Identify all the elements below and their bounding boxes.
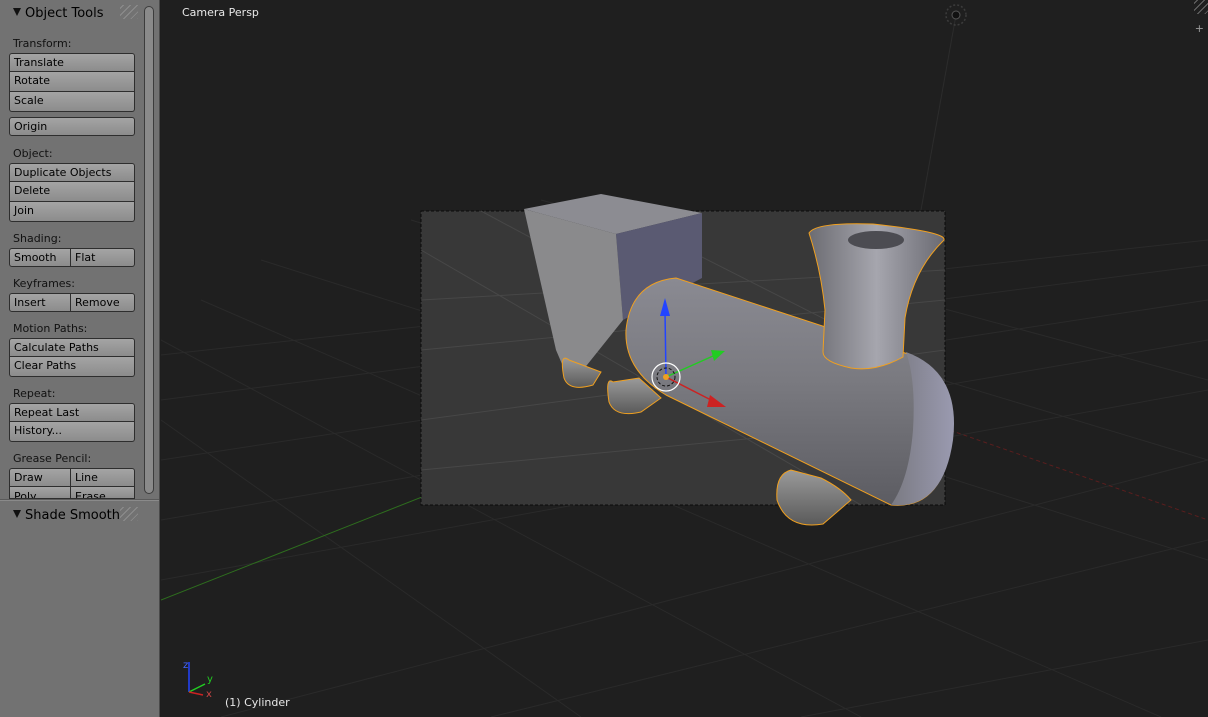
- drag-grip-icon[interactable]: [120, 5, 138, 19]
- join-button[interactable]: Join: [9, 202, 135, 222]
- panel-title: Shade Smooth: [25, 508, 120, 523]
- duplicate-objects-button[interactable]: Duplicate Objects: [9, 163, 135, 182]
- section-label-keyframes: Keyframes:: [13, 277, 75, 290]
- repeat-last-button[interactable]: Repeat Last: [9, 403, 135, 422]
- clear-paths-button[interactable]: Clear Paths: [9, 357, 135, 377]
- panel-title: Object Tools: [25, 6, 104, 21]
- lamp-icon[interactable]: [945, 4, 967, 26]
- collapse-triangle-icon[interactable]: [13, 510, 21, 518]
- section-label-repeat: Repeat:: [13, 387, 56, 400]
- view-axis-gizmo: y x z: [183, 660, 213, 700]
- flat-button[interactable]: Flat: [71, 248, 135, 267]
- calculate-paths-button[interactable]: Calculate Paths: [9, 338, 135, 357]
- axis-label-z: z: [183, 660, 188, 671]
- origin-button[interactable]: Origin: [9, 117, 135, 136]
- smooth-button[interactable]: Smooth: [9, 248, 71, 267]
- drag-grip-icon[interactable]: [120, 507, 138, 521]
- camera-line: [920, 14, 957, 211]
- view-type-label: Camera Persp: [182, 6, 259, 19]
- erase-button[interactable]: Erase: [71, 487, 135, 499]
- remove-keyframe-button[interactable]: Remove: [71, 293, 135, 312]
- scale-button[interactable]: Scale: [9, 92, 135, 112]
- viewport-scene: y x z: [161, 4, 1208, 717]
- poly-button[interactable]: Poly: [9, 487, 71, 499]
- section-label-shading: Shading:: [13, 232, 62, 245]
- 3d-viewport[interactable]: y x z Camera Persp (1) Cylinder +: [161, 0, 1208, 717]
- history-button[interactable]: History...: [9, 422, 135, 442]
- area-split-corner-icon[interactable]: [1194, 0, 1208, 14]
- tool-shelf: Object Tools Transform: Translate Rotate…: [0, 0, 160, 717]
- shade-smooth-panel-header[interactable]: Shade Smooth: [0, 504, 144, 526]
- section-label-object: Object:: [13, 147, 53, 160]
- line-button[interactable]: Line: [71, 468, 135, 487]
- section-label-transform: Transform:: [13, 37, 72, 50]
- section-label-motion-paths: Motion Paths:: [13, 322, 88, 335]
- translate-button[interactable]: Translate: [9, 53, 135, 72]
- panel-divider-highlight: [0, 500, 159, 501]
- object-tools-panel-header[interactable]: Object Tools: [0, 2, 144, 24]
- collapse-triangle-icon[interactable]: [13, 8, 21, 16]
- add-region-plus-icon[interactable]: +: [1195, 22, 1204, 35]
- active-object-label: (1) Cylinder: [225, 696, 290, 709]
- delete-button[interactable]: Delete: [9, 182, 135, 202]
- section-label-grease-pencil: Grease Pencil:: [13, 452, 92, 465]
- insert-keyframe-button[interactable]: Insert: [9, 293, 71, 312]
- axis-label-y: y: [207, 674, 213, 685]
- draw-button[interactable]: Draw: [9, 468, 71, 487]
- axis-label-x: x: [206, 689, 212, 700]
- rotate-button[interactable]: Rotate: [9, 72, 135, 92]
- tool-shelf-scrollbar[interactable]: [144, 6, 154, 494]
